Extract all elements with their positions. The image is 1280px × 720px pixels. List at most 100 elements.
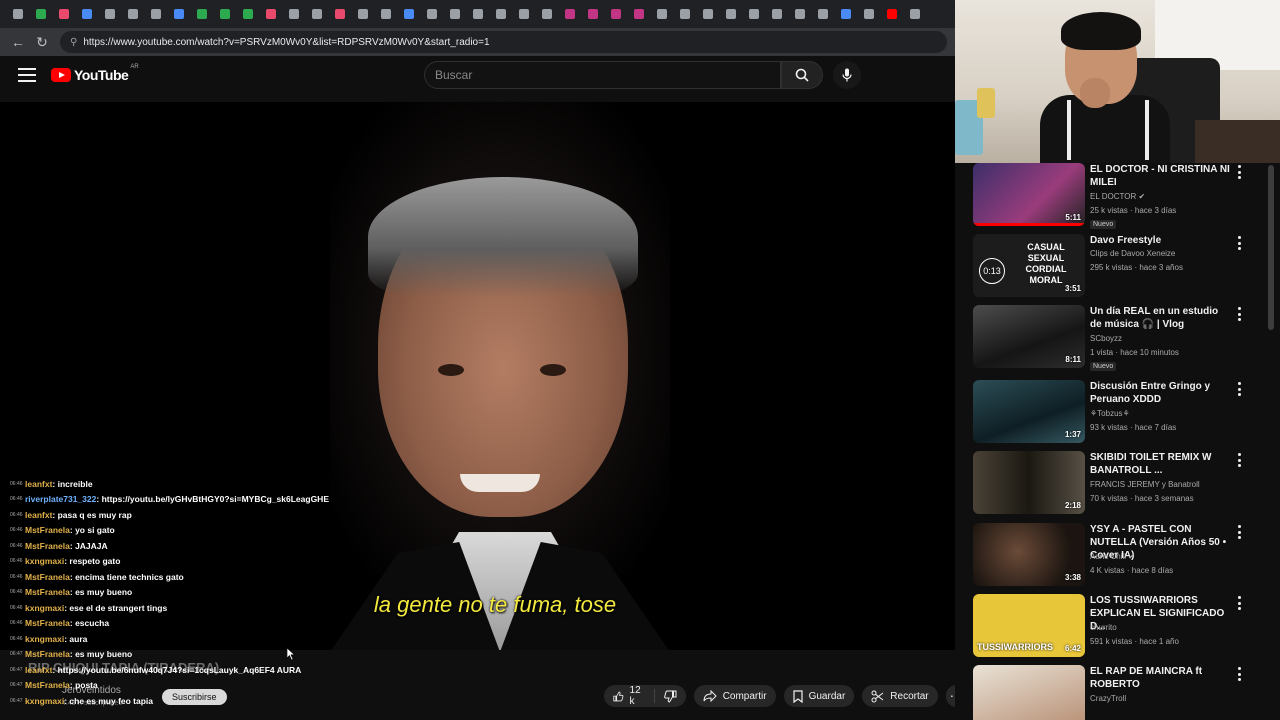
like-button[interactable]: 12 k [604,685,654,707]
recommended-video[interactable]: 8:11 Un día REAL en un estudio de música … [973,305,1273,373]
menu-icon[interactable] [18,68,36,82]
browser-tab[interactable] [29,0,52,28]
recommended-video[interactable]: TUSSIWARRIORS 6:42 LOS TUSSIWARRIORS EXPLI… [973,594,1273,662]
browser-tab[interactable] [857,0,880,28]
browser-tab[interactable] [880,0,903,28]
browser-tab[interactable] [834,0,857,28]
recommended-channel[interactable]: churrito [1090,623,1117,632]
video-thumbnail[interactable]: 5:11 [973,163,1085,226]
video-thumbnail[interactable]: 8:11 [973,305,1085,368]
search-input[interactable]: Buscar [424,61,781,89]
browser-tab[interactable] [190,0,213,28]
recommended-channel[interactable]: SCboyzz [1090,334,1122,343]
browser-tab[interactable] [558,0,581,28]
chat-text: : escucha [69,618,110,629]
browser-tab[interactable] [581,0,604,28]
video-thumbnail[interactable] [973,665,1085,720]
browser-tab[interactable] [512,0,535,28]
browser-tab[interactable] [167,0,190,28]
channel-label: ⚘Tobzus⚘ [1090,409,1130,418]
browser-tab[interactable] [765,0,788,28]
search-button[interactable] [781,61,823,89]
browser-tab[interactable] [328,0,351,28]
browser-tab[interactable] [397,0,420,28]
back-button[interactable]: ← [6,30,30,54]
browser-tab[interactable] [351,0,374,28]
video-duration: 3:38 [1064,573,1081,582]
browser-tab[interactable] [52,0,75,28]
browser-tab[interactable] [305,0,328,28]
recommended-video[interactable]: 1:37 Discusión Entre Gringo y Peruano XDD… [973,380,1273,448]
browser-tab[interactable] [466,0,489,28]
video-thumbnail[interactable]: 3:38 [973,523,1085,586]
browser-tab[interactable] [719,0,742,28]
browser-tab[interactable] [75,0,98,28]
recommended-video[interactable]: 5:11 EL DOCTOR - NI CRISTINA NI MILEI EL D… [973,163,1273,231]
recommended-title[interactable]: SKIBIDI TOILET REMIX W BANATROLL ... [1090,451,1230,477]
recommended-video[interactable]: EL RAP DE MAINCRA ft ROBERTO CrazyTroll [973,665,1273,720]
save-button[interactable]: Guardar [783,685,855,707]
browser-tab[interactable] [236,0,259,28]
reload-button[interactable]: ↻ [30,30,54,54]
recommended-channel[interactable]: Clips de Davoo Xeneize [1090,249,1175,258]
recommended-channel[interactable]: Auric Chill ✔ [1090,552,1135,561]
browser-tab[interactable] [742,0,765,28]
recommended-title[interactable]: Davo Freestyle [1090,234,1230,247]
browser-tab[interactable] [604,0,627,28]
browser-tab[interactable] [696,0,719,28]
chat-text: : increible [52,478,93,489]
browser-tab[interactable] [443,0,466,28]
more-options-icon[interactable] [1234,453,1244,467]
browser-tab[interactable] [121,0,144,28]
share-button[interactable]: Compartir [693,685,776,707]
more-options-icon[interactable] [1234,165,1244,179]
browser-tab[interactable] [627,0,650,28]
browser-tab[interactable] [788,0,811,28]
channel-label: CrazyTroll [1090,694,1127,703]
video-thumbnail[interactable]: 1:37 [973,380,1085,443]
recommended-title[interactable]: Un día REAL en un estudio de música 🎧 | … [1090,305,1230,331]
clip-button[interactable]: Recortar [862,685,938,707]
browser-tab[interactable] [6,0,29,28]
browser-tab[interactable] [420,0,443,28]
more-options-icon[interactable] [1234,307,1244,321]
video-thumbnail[interactable]: CASUAL SEXUAL CORDIAL MORAL 0:13 3:51 [973,234,1085,297]
youtube-logo[interactable]: YouTube AR [51,64,139,83]
browser-tab[interactable] [282,0,305,28]
browser-tab[interactable] [98,0,121,28]
more-options-icon[interactable] [1234,525,1244,539]
recommended-video[interactable]: CASUAL SEXUAL CORDIAL MORAL 0:13 3:51 Davo … [973,234,1273,302]
recommended-title[interactable]: Discusión Entre Gringo y Peruano XDDD [1090,380,1230,406]
browser-tab[interactable] [489,0,512,28]
more-options-icon[interactable] [1234,596,1244,610]
video-thumbnail[interactable]: 2:18 [973,451,1085,514]
tab-favicon-icon [173,9,184,19]
more-options-icon[interactable] [1234,667,1244,681]
browser-tab[interactable] [259,0,282,28]
browser-tab[interactable] [213,0,236,28]
browser-tab[interactable] [811,0,834,28]
more-options-icon[interactable] [1234,382,1244,396]
browser-tab[interactable] [535,0,558,28]
recommended-channel[interactable]: FRANCIS JEREMY y Banatroll [1090,480,1200,489]
recommended-title[interactable]: EL DOCTOR - NI CRISTINA NI MILEI [1090,163,1230,189]
recommended-channel[interactable]: ⚘Tobzus⚘ [1090,409,1130,418]
address-bar[interactable]: ⚲ https://www.youtube.com/watch?v=PSRVzM… [60,31,947,53]
browser-tab[interactable] [673,0,696,28]
voice-search-button[interactable] [833,61,861,89]
recommended-title[interactable]: EL RAP DE MAINCRA ft ROBERTO [1090,665,1230,691]
browser-tab[interactable] [903,0,926,28]
browser-tab[interactable] [144,0,167,28]
recommended-video[interactable]: 2:18 SKIBIDI TOILET REMIX W BANATROLL ...… [973,451,1273,519]
browser-tab[interactable] [374,0,397,28]
site-info-icon[interactable]: ⚲ [70,37,77,48]
recommended-channel[interactable]: EL DOCTOR ✔ [1090,192,1145,201]
video-thumbnail[interactable]: TUSSIWARRIORS 6:42 [973,594,1085,657]
screen: ← ↻ ⚲ https://www.youtube.com/watch?v=PS… [0,0,1280,720]
more-options-icon[interactable] [1234,236,1244,250]
browser-tab[interactable] [650,0,673,28]
recommended-video[interactable]: 3:38 YSY A - PASTEL CON NUTELLA (Versión … [973,523,1273,591]
dislike-button[interactable] [655,685,686,707]
sidebar-scrollbar[interactable] [1268,165,1274,330]
recommended-channel[interactable]: CrazyTroll [1090,694,1126,703]
